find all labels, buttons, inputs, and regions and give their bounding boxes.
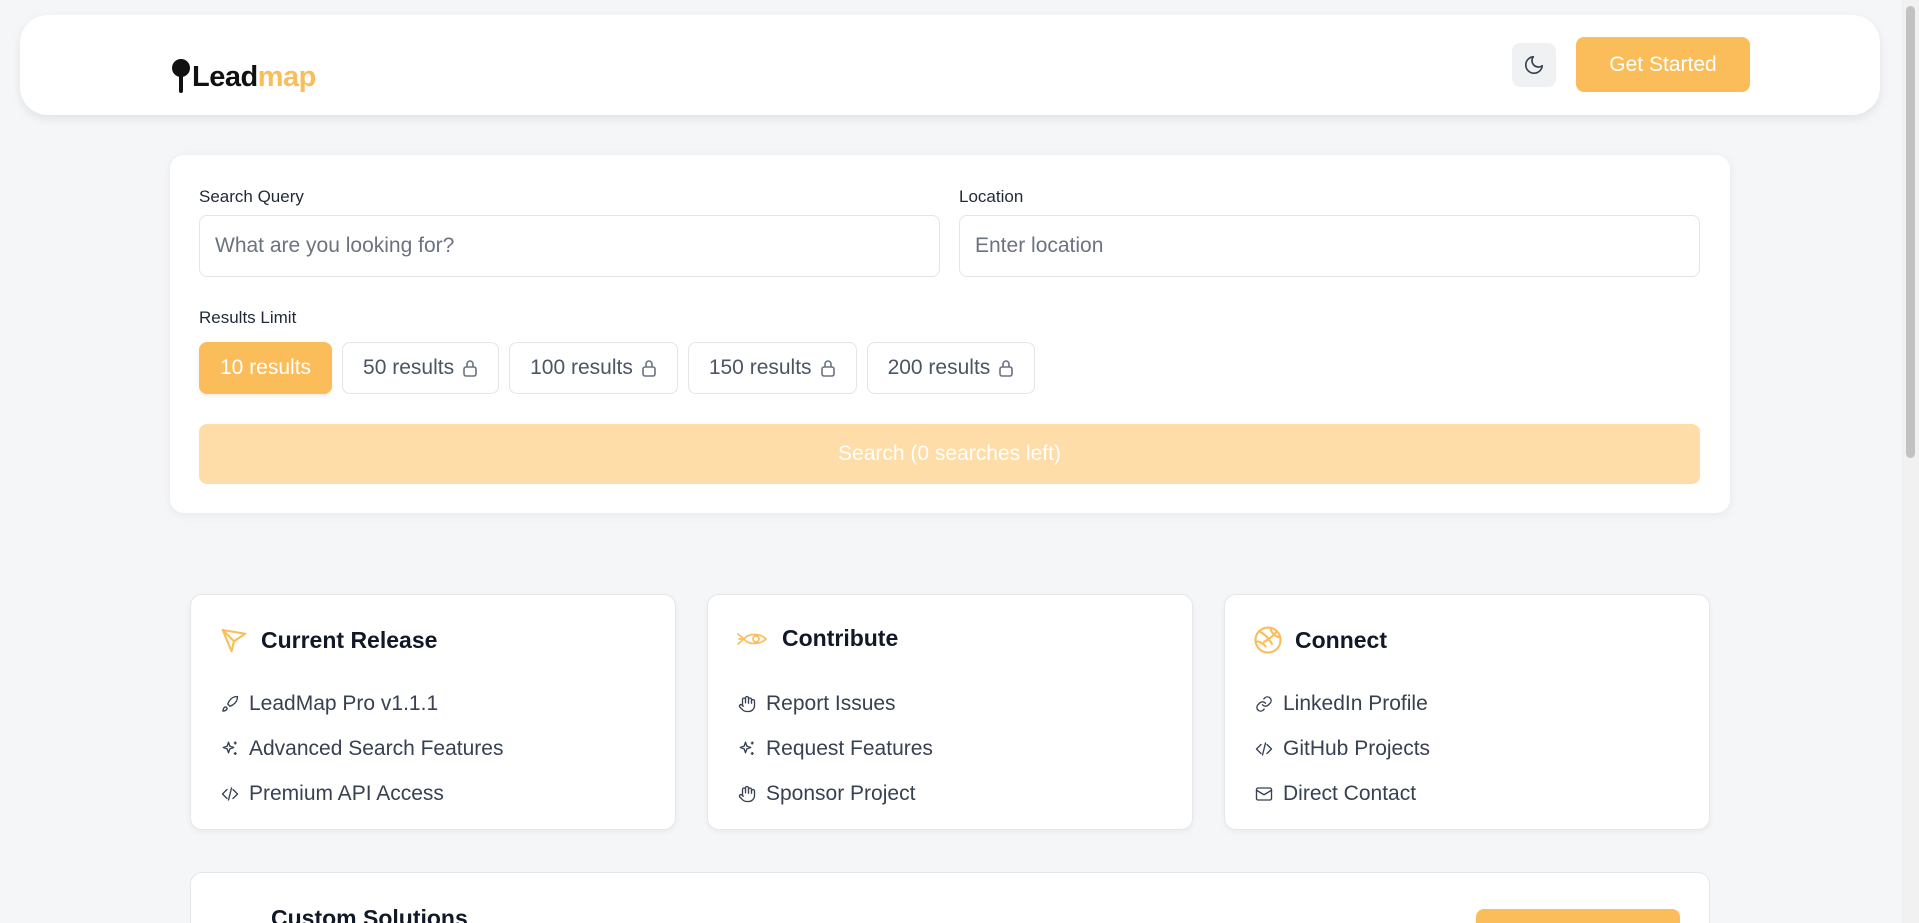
custom-solutions-title: Custom Solutions bbox=[271, 905, 468, 923]
search-button[interactable]: Search (0 searches left) bbox=[199, 424, 1700, 484]
list-item[interactable]: Report Issues bbox=[738, 681, 933, 726]
code-icon bbox=[221, 786, 239, 801]
sparkles-icon bbox=[222, 741, 237, 755]
map-pin-icon bbox=[170, 43, 192, 95]
get-started-button[interactable]: Get Started bbox=[1576, 37, 1750, 92]
custom-solutions-button[interactable] bbox=[1476, 909, 1680, 923]
theme-toggle-button[interactable] bbox=[1512, 43, 1556, 87]
list-item-label: LeadMap Pro v1.1.1 bbox=[249, 691, 439, 715]
list-item-label: Direct Contact bbox=[1283, 781, 1417, 805]
mail-icon bbox=[1255, 786, 1273, 801]
limit-option-200[interactable]: 200 results bbox=[866, 342, 1036, 394]
limit-option-100[interactable]: 100 results bbox=[509, 342, 678, 394]
code-icon bbox=[1255, 741, 1273, 756]
limit-option-label: 200 results bbox=[887, 356, 991, 379]
contribute-card: Contribute Report Issues Request Feature… bbox=[707, 594, 1193, 830]
moon-icon bbox=[1524, 55, 1544, 75]
search-query-label: Search Query bbox=[199, 187, 304, 206]
limit-option-label: 100 results bbox=[530, 356, 633, 379]
list-item-label: Sponsor Project bbox=[766, 781, 916, 805]
limit-option-150[interactable]: 150 results bbox=[687, 342, 857, 394]
limit-option-label: 50 results bbox=[363, 356, 455, 379]
logo-text: Leadmap bbox=[192, 63, 316, 92]
list-item[interactable]: Premium API Access bbox=[221, 771, 503, 816]
list-item[interactable]: LinkedIn Profile bbox=[1255, 681, 1430, 726]
lock-icon bbox=[642, 360, 656, 377]
rocket-icon bbox=[737, 632, 767, 645]
card-title: Contribute bbox=[782, 625, 899, 651]
megaphone-icon bbox=[221, 628, 247, 653]
list-item[interactable]: GitHub Projects bbox=[1255, 726, 1430, 771]
list-item[interactable]: Advanced Search Features bbox=[221, 726, 503, 771]
logo[interactable]: Leadmap bbox=[170, 43, 316, 95]
list-item[interactable]: Direct Contact bbox=[1255, 771, 1430, 816]
hand-icon bbox=[738, 695, 756, 712]
globe-icon bbox=[1254, 626, 1282, 654]
list-item-label: GitHub Projects bbox=[1283, 736, 1431, 760]
list-item[interactable]: Request Features bbox=[738, 726, 933, 771]
limit-option-10[interactable]: 10 results bbox=[199, 342, 333, 394]
search-query-input[interactable]: What are you looking for? bbox=[199, 215, 940, 277]
list-item-label: Report Issues bbox=[766, 691, 896, 715]
page-scrollbar[interactable] bbox=[1902, 0, 1919, 923]
logo-text-lead: Lead bbox=[192, 61, 258, 93]
rocket-icon bbox=[222, 695, 239, 712]
sparkles-icon bbox=[739, 741, 754, 755]
card-title: Current Release bbox=[261, 626, 438, 653]
top-navbar: Leadmap Get Started bbox=[20, 15, 1880, 115]
list-item[interactable]: LeadMap Pro v1.1.1 bbox=[221, 681, 503, 726]
list-item[interactable]: Sponsor Project bbox=[738, 771, 933, 816]
list-item-label: Advanced Search Features bbox=[249, 736, 504, 760]
list-item-label: Request Features bbox=[766, 736, 933, 760]
connect-card: Connect LinkedIn Profile GitHub Projects… bbox=[1224, 594, 1710, 830]
lock-icon bbox=[999, 360, 1014, 377]
search-panel: Search Query What are you looking for? L… bbox=[170, 155, 1730, 513]
card-title: Connect bbox=[1295, 626, 1387, 653]
results-limit-options: 10 results 50 results 100 results 150 re… bbox=[199, 342, 1036, 394]
results-limit-label: Results Limit bbox=[199, 308, 297, 327]
location-input[interactable]: Enter location bbox=[959, 215, 1700, 277]
lock-icon bbox=[820, 360, 835, 377]
link-icon bbox=[1256, 695, 1272, 712]
limit-option-label: 150 results bbox=[708, 356, 812, 379]
list-item-label: Premium API Access bbox=[249, 781, 444, 805]
limit-option-label: 10 results bbox=[220, 356, 312, 379]
location-label: Location bbox=[959, 187, 1024, 206]
scrollbar-thumb[interactable] bbox=[1906, 6, 1915, 458]
current-release-card: Current Release LeadMap Pro v1.1.1 Advan… bbox=[190, 594, 676, 830]
hand-icon bbox=[738, 785, 756, 802]
logo-text-map: map bbox=[257, 61, 317, 93]
lock-icon bbox=[463, 360, 477, 377]
limit-option-50[interactable]: 50 results bbox=[342, 342, 500, 394]
list-item-label: LinkedIn Profile bbox=[1283, 691, 1428, 715]
custom-solutions-card: Custom Solutions bbox=[190, 872, 1710, 923]
